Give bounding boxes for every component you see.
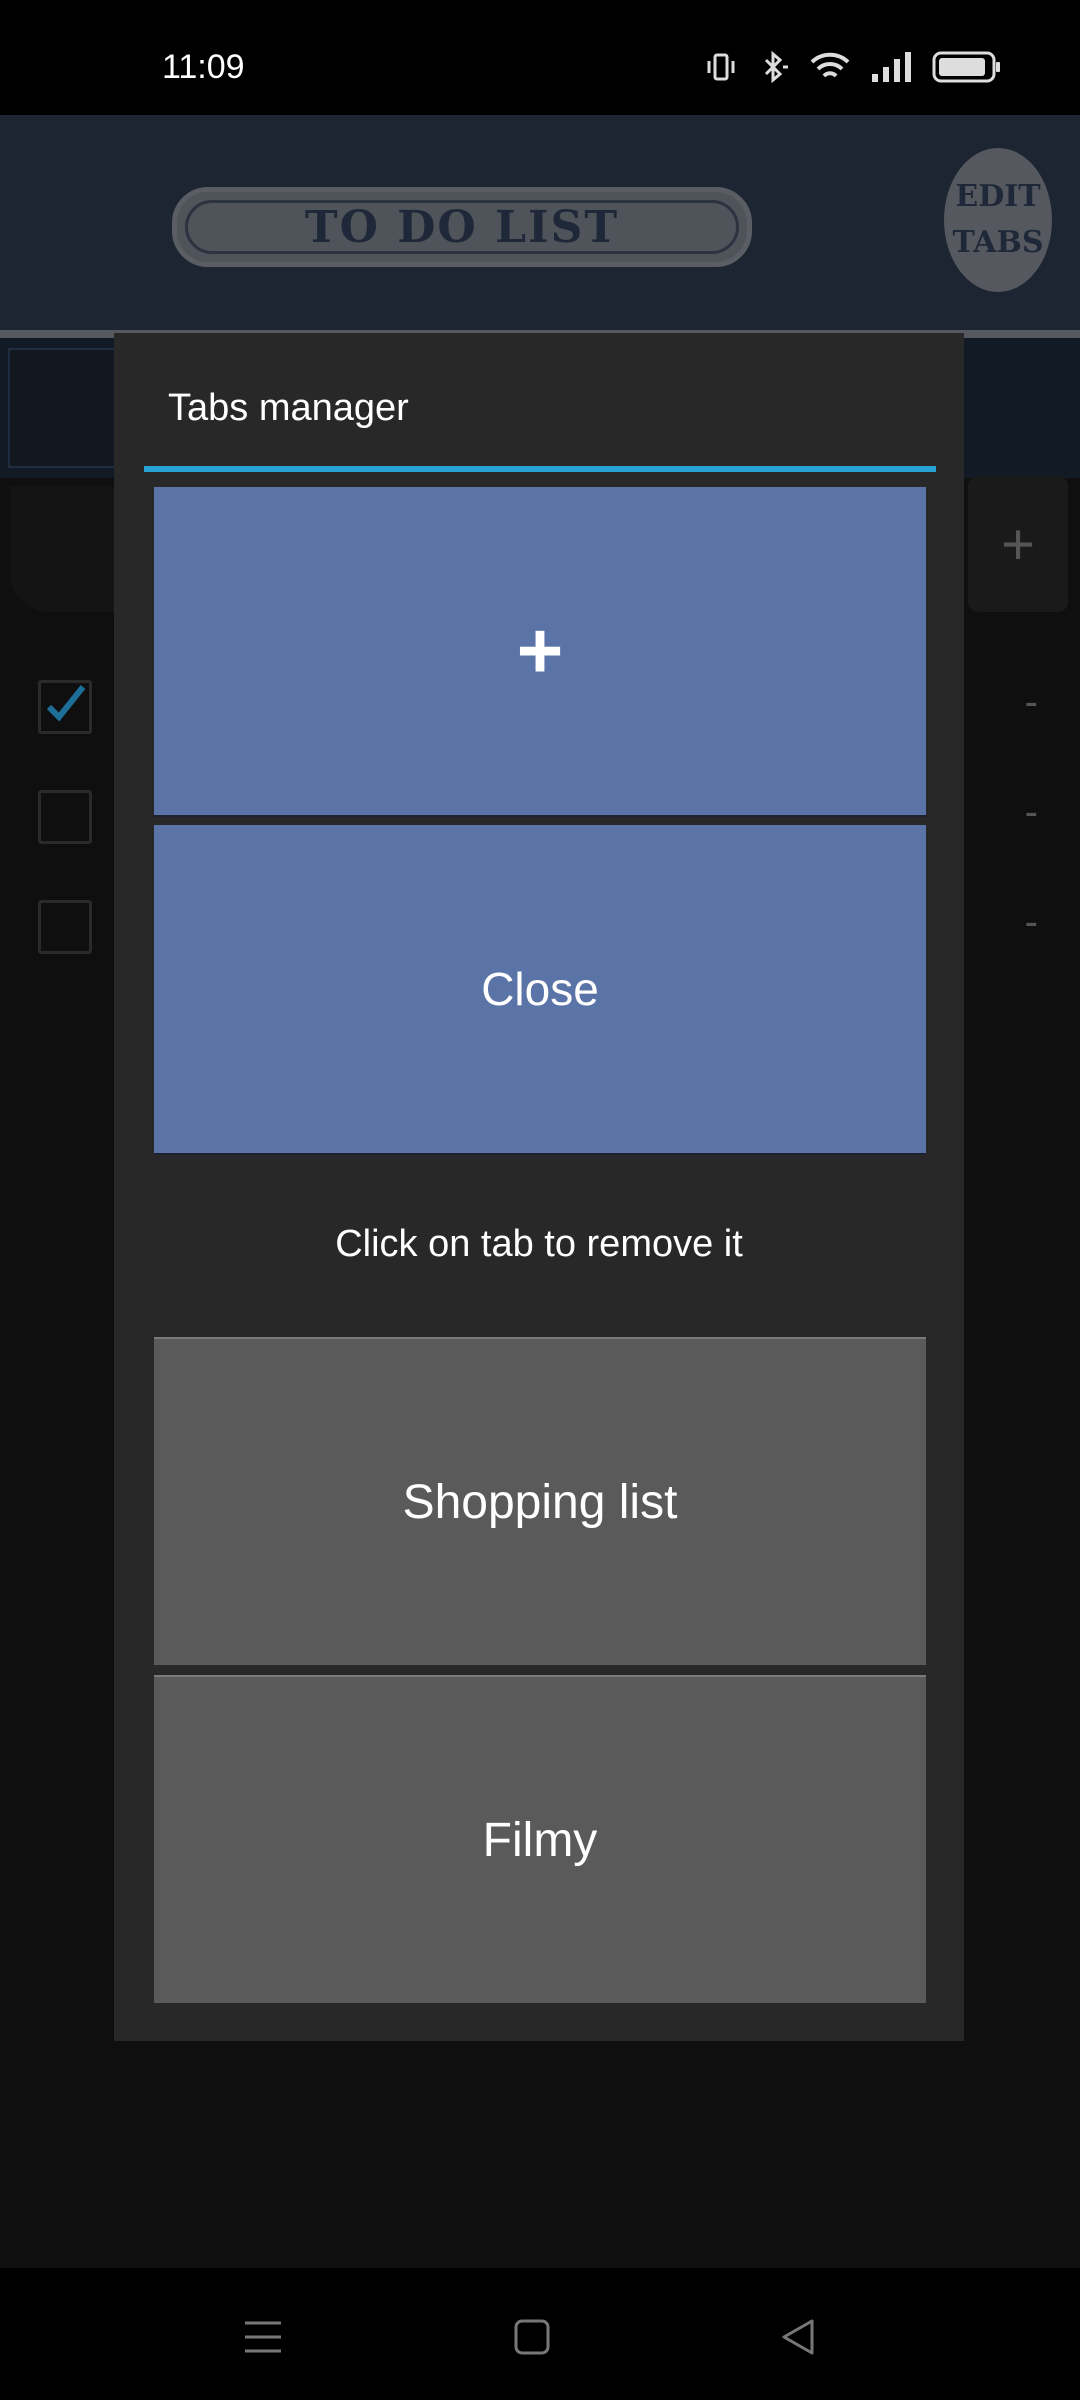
app-logo: TO DO LIST: [172, 187, 752, 267]
remove-item-button[interactable]: -: [1025, 900, 1038, 945]
tab-item-label: Shopping list: [402, 1475, 678, 1529]
logo-text: TO DO LIST: [304, 201, 620, 253]
status-time: 11:09: [162, 48, 245, 86]
remove-hint: Click on tab to remove it: [335, 1223, 743, 1265]
add-tab-button[interactable]: +: [154, 487, 926, 815]
check-icon: [46, 685, 86, 722]
vibrate-icon: [704, 50, 738, 84]
remove-item-button[interactable]: -: [1025, 790, 1038, 835]
dialog-title: Tabs manager: [168, 387, 409, 429]
tab-item-shopping-list[interactable]: Shopping list: [154, 1337, 926, 1665]
tab-item-label: Filmy: [482, 1813, 598, 1867]
bluetooth-icon: [756, 50, 790, 84]
status-bar: 11:09: [0, 0, 1080, 115]
menu-icon[interactable]: [233, 2312, 293, 2362]
battery-icon: [932, 50, 1002, 84]
app-header: TO DO LIST EDIT TABS: [0, 115, 1080, 338]
status-icons: [704, 50, 1002, 84]
edit-tabs-label-line2: TABS: [952, 225, 1044, 260]
edit-tabs-button[interactable]: EDIT TABS: [944, 148, 1052, 292]
title-divider: [144, 466, 936, 472]
item-checkbox[interactable]: [38, 680, 92, 734]
add-item-button[interactable]: +: [968, 476, 1068, 612]
item-checkbox[interactable]: [38, 790, 92, 844]
item-checkbox[interactable]: [38, 900, 92, 954]
plus-icon: +: [1001, 511, 1035, 577]
tab-chip[interactable]: [8, 348, 122, 468]
close-button[interactable]: Close: [154, 825, 926, 1153]
home-icon[interactable]: [502, 2312, 562, 2362]
back-icon[interactable]: [768, 2312, 828, 2362]
tabs-manager-dialog: Tabs manager + Close Click on tab to rem…: [114, 333, 964, 2041]
tab-item-filmy[interactable]: Filmy: [154, 1675, 926, 2003]
wifi-icon: [808, 50, 852, 84]
plus-icon: +: [516, 606, 564, 695]
edit-tabs-label-line1: EDIT: [955, 179, 1041, 214]
remove-item-button[interactable]: -: [1025, 680, 1038, 725]
signal-icon: [870, 50, 914, 84]
close-button-label: Close: [481, 963, 599, 1015]
navigation-bar: [0, 2268, 1080, 2400]
